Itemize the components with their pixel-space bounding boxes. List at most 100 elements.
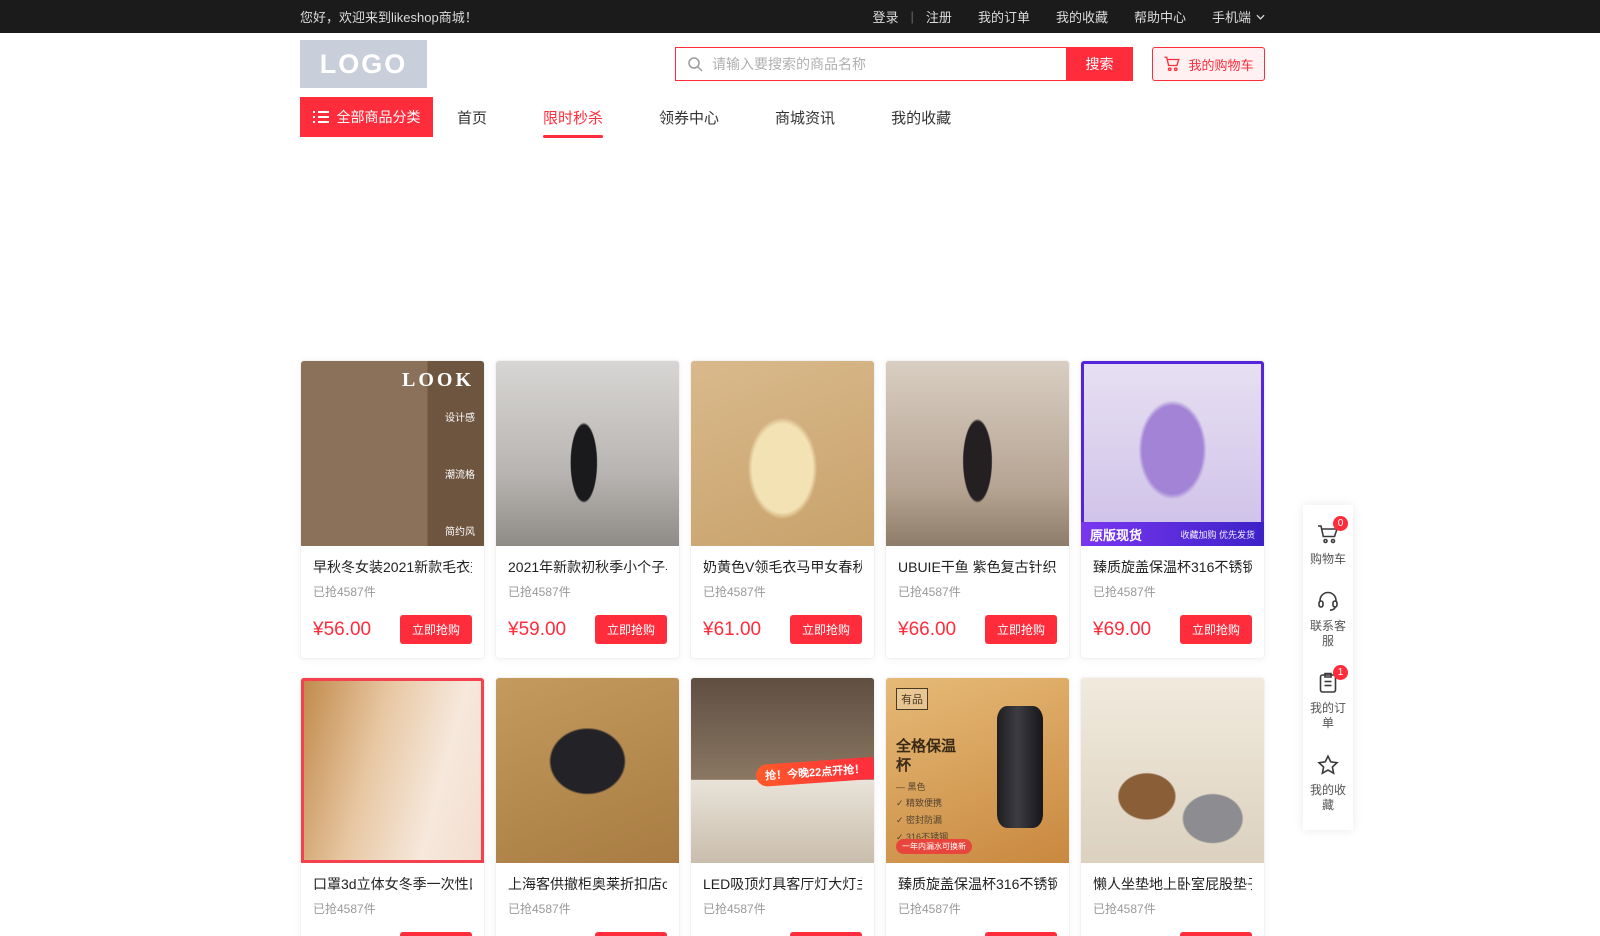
headset-icon bbox=[1316, 589, 1340, 613]
buy-now-button[interactable]: 立即抢购 bbox=[400, 615, 472, 644]
product-info: 口罩3d立体女冬季一次性口罩 已抢4587件 ¥10.00 立即抢购 bbox=[301, 863, 484, 936]
product-sold-count: 已抢4587件 bbox=[313, 583, 472, 600]
nav-home[interactable]: 首页 bbox=[457, 107, 487, 128]
product-title[interactable]: 懒人坐垫地上卧室屁股垫子办... bbox=[1093, 874, 1252, 894]
buy-now-button[interactable]: 立即抢购 bbox=[985, 615, 1057, 644]
image-overlay-tags: 设计感潮流格简约风 bbox=[445, 409, 475, 538]
sidebar-my-favorites[interactable]: 我的收藏 bbox=[1303, 742, 1353, 824]
product-card[interactable]: 有品 全格保温杯 黑色 精致便携密封防漏316不锈钢 一年内漏水可换新 臻质旋盖… bbox=[885, 677, 1070, 936]
page: 您好，欢迎来到likeshop商城！ 登录 | 注册 我的订单 我的收藏 帮助中… bbox=[0, 0, 1600, 936]
logo[interactable]: LOGO bbox=[300, 40, 427, 88]
image-warranty-badge: 一年内漏水可换新 bbox=[896, 839, 972, 854]
image-bottom-banner: 原版现货 收藏加购 优先发货 bbox=[1081, 522, 1264, 546]
product-sold-count: 已抢4587件 bbox=[1093, 900, 1252, 917]
buy-now-button[interactable]: 立即抢购 bbox=[1180, 932, 1252, 936]
product-card[interactable]: 抢！今晚22点开抢！ LED吸顶灯具客厅灯大灯主卧... 已抢4587件 ¥65… bbox=[690, 677, 875, 936]
all-categories-button[interactable]: 全部商品分类 bbox=[300, 97, 433, 137]
nav-mall-news[interactable]: 商城资讯 bbox=[775, 107, 835, 128]
help-center-link[interactable]: 帮助中心 bbox=[1134, 7, 1186, 26]
image-overlay-text: LOOK bbox=[402, 369, 474, 392]
banner-area bbox=[0, 137, 1600, 360]
product-sold-count: 已抢4587件 bbox=[898, 583, 1057, 600]
product-sold-count: 已抢4587件 bbox=[898, 900, 1057, 917]
product-info: 早秋冬女装2021新款毛衣盐系... 已抢4587件 ¥56.00 立即抢购 bbox=[301, 546, 484, 658]
product-card[interactable]: 原版现货 收藏加购 优先发货 臻质旋盖保温杯316不锈钢内胆... 已抢4587… bbox=[1080, 360, 1265, 659]
product-title[interactable]: 早秋冬女装2021新款毛衣盐系... bbox=[313, 557, 472, 577]
product-title[interactable]: 奶黄色V领毛衣马甲女春秋慵懒... bbox=[703, 557, 862, 577]
product-info: 懒人坐垫地上卧室屁股垫子办... 已抢4587件 ¥19.90 立即抢购 bbox=[1081, 863, 1264, 936]
nav-my-favorites[interactable]: 我的收藏 bbox=[891, 107, 951, 128]
product-title[interactable]: 2021年新款初秋季小个子马甲... bbox=[508, 557, 667, 577]
product-image bbox=[496, 678, 679, 863]
nav-coupon-center[interactable]: 领券中心 bbox=[659, 107, 719, 128]
product-price: ¥66.00 bbox=[898, 619, 956, 641]
topbar: 您好，欢迎来到likeshop商城！ 登录 | 注册 我的订单 我的收藏 帮助中… bbox=[0, 0, 1600, 33]
product-sold-count: 已抢4587件 bbox=[703, 583, 862, 600]
product-price: ¥59.00 bbox=[508, 619, 566, 641]
image-sale-ribbon: 抢！今晚22点开抢！ bbox=[755, 757, 874, 787]
sidebar-cart[interactable]: 0 购物车 bbox=[1303, 511, 1353, 578]
product-image bbox=[886, 361, 1069, 546]
product-sold-count: 已抢4587件 bbox=[313, 900, 472, 917]
topbar-links: 登录 | 注册 我的订单 我的收藏 帮助中心 手机端 bbox=[873, 7, 1265, 26]
image-feature-list: 精致便携密封防漏316不锈钢 bbox=[896, 796, 948, 843]
my-cart-button[interactable]: 我的购物车 bbox=[1152, 47, 1265, 81]
divider: | bbox=[911, 9, 914, 24]
product-sold-count: 已抢4587件 bbox=[508, 583, 667, 600]
cart-icon bbox=[1163, 55, 1181, 73]
star-icon bbox=[1316, 753, 1340, 777]
product-card[interactable]: LOOK 设计感潮流格简约风 早秋冬女装2021新款毛衣盐系... 已抢4587… bbox=[300, 360, 485, 659]
image-color-label: 黑色 bbox=[896, 780, 926, 793]
buy-now-button[interactable]: 立即抢购 bbox=[595, 932, 667, 936]
product-price: ¥61.00 bbox=[703, 619, 761, 641]
product-info: 臻质旋盖保温杯316不锈钢内胆... 已抢4587件 ¥29.90 立即抢购 bbox=[886, 863, 1069, 936]
product-card[interactable]: UBUIE干鱼 紫色复古针织衫马... 已抢4587件 ¥66.00 立即抢购 bbox=[885, 360, 1070, 659]
buy-now-button[interactable]: 立即抢购 bbox=[790, 932, 862, 936]
floating-sidebar: 0 购物车 联系客服 1 我的订单 我的收藏 bbox=[1303, 505, 1353, 830]
buy-now-button[interactable]: 立即抢购 bbox=[1180, 615, 1252, 644]
search-icon bbox=[687, 56, 703, 72]
my-orders-link[interactable]: 我的订单 bbox=[978, 7, 1030, 26]
my-favorites-link[interactable]: 我的收藏 bbox=[1056, 7, 1108, 26]
product-title[interactable]: 上海客供撤柜奥莱折扣店outlets bbox=[508, 874, 667, 894]
product-info: 上海客供撤柜奥莱折扣店outlets 已抢4587件 ¥46.00 立即抢购 bbox=[496, 863, 679, 936]
cart-count-badge: 0 bbox=[1333, 516, 1348, 531]
product-title[interactable]: 口罩3d立体女冬季一次性口罩 bbox=[313, 874, 472, 894]
product-card[interactable]: 奶黄色V领毛衣马甲女春秋慵懒... 已抢4587件 ¥61.00 立即抢购 bbox=[690, 360, 875, 659]
nav-flash-sale[interactable]: 限时秒杀 bbox=[543, 107, 603, 128]
category-list-icon bbox=[313, 110, 329, 124]
sidebar-my-orders[interactable]: 1 我的订单 bbox=[1303, 660, 1353, 742]
mobile-version-link[interactable]: 手机端 bbox=[1212, 7, 1265, 26]
product-info: UBUIE干鱼 紫色复古针织衫马... 已抢4587件 ¥66.00 立即抢购 bbox=[886, 546, 1069, 658]
register-link[interactable]: 注册 bbox=[926, 7, 952, 26]
product-title[interactable]: 臻质旋盖保温杯316不锈钢内胆... bbox=[898, 874, 1057, 894]
product-card[interactable]: 懒人坐垫地上卧室屁股垫子办... 已抢4587件 ¥19.90 立即抢购 bbox=[1080, 677, 1265, 936]
product-image: LOOK 设计感潮流格简约风 bbox=[301, 361, 484, 546]
product-title[interactable]: LED吸顶灯具客厅灯大灯主卧... bbox=[703, 874, 862, 894]
product-card[interactable]: 口罩3d立体女冬季一次性口罩 已抢4587件 ¥10.00 立即抢购 bbox=[300, 677, 485, 936]
product-card[interactable]: 2021年新款初秋季小个子马甲... 已抢4587件 ¥59.00 立即抢购 bbox=[495, 360, 680, 659]
buy-now-button[interactable]: 立即抢购 bbox=[595, 615, 667, 644]
product-info: 臻质旋盖保温杯316不锈钢内胆... 已抢4587件 ¥69.00 立即抢购 bbox=[1081, 546, 1264, 658]
product-title[interactable]: UBUIE干鱼 紫色复古针织衫马... bbox=[898, 557, 1057, 577]
product-sold-count: 已抢4587件 bbox=[1093, 583, 1252, 600]
greeting-text: 您好，欢迎来到likeshop商城！ bbox=[300, 7, 478, 26]
product-image bbox=[496, 361, 679, 546]
login-link[interactable]: 登录 bbox=[873, 7, 899, 26]
product-image: 有品 全格保温杯 黑色 精致便携密封防漏316不锈钢 一年内漏水可换新 bbox=[886, 678, 1069, 863]
product-card[interactable]: 上海客供撤柜奥莱折扣店outlets 已抢4587件 ¥46.00 立即抢购 bbox=[495, 677, 680, 936]
buy-now-button[interactable]: 立即抢购 bbox=[400, 932, 472, 936]
product-title[interactable]: 臻质旋盖保温杯316不锈钢内胆... bbox=[1093, 557, 1252, 577]
main-nav: 全部商品分类 首页 限时秒杀 领券中心 商城资讯 我的收藏 bbox=[300, 97, 1265, 137]
product-sold-count: 已抢4587件 bbox=[508, 900, 667, 917]
chevron-down-icon bbox=[1256, 14, 1265, 20]
buy-now-button[interactable]: 立即抢购 bbox=[790, 615, 862, 644]
product-sold-count: 已抢4587件 bbox=[703, 900, 862, 917]
search-input[interactable] bbox=[712, 49, 1066, 79]
sidebar-customer-service[interactable]: 联系客服 bbox=[1303, 578, 1353, 660]
orders-count-badge: 1 bbox=[1333, 665, 1348, 680]
product-price: ¥69.00 bbox=[1093, 619, 1151, 641]
buy-now-button[interactable]: 立即抢购 bbox=[985, 932, 1057, 936]
product-image bbox=[1081, 678, 1264, 863]
search-button[interactable]: 搜索 bbox=[1066, 47, 1133, 81]
